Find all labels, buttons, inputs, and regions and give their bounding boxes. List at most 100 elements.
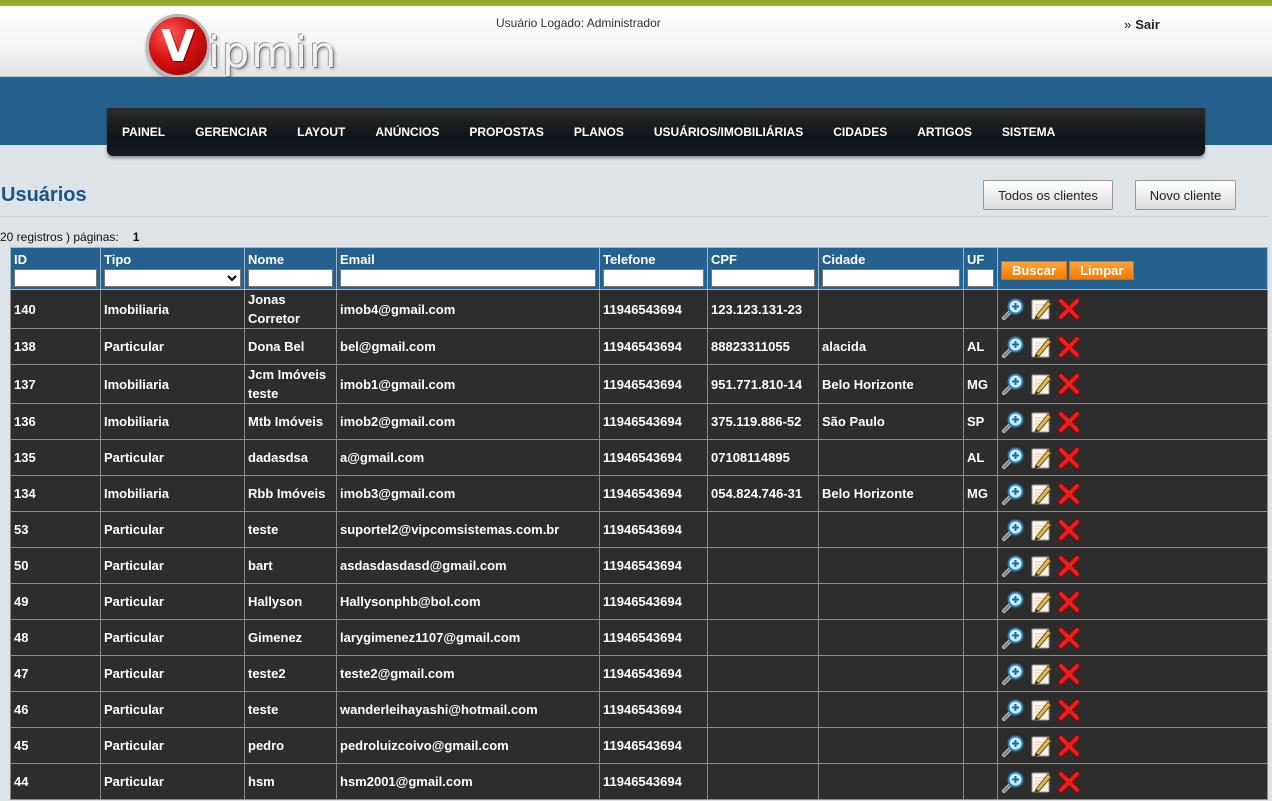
col-cpf-label: CPF [711,252,737,267]
filter-uf-input[interactable] [967,269,994,287]
delete-icon[interactable] [1057,297,1081,321]
new-client-button[interactable]: Novo cliente [1135,180,1236,210]
edit-icon[interactable] [1029,410,1053,434]
cell-uf [963,655,998,692]
row-actions [997,289,1268,329]
edit-icon[interactable] [1029,590,1053,614]
logout-link[interactable]: » Sair [1124,17,1160,32]
filter-telefone-input[interactable] [603,269,704,287]
view-icon[interactable] [1001,662,1025,686]
cell-cpf [707,547,819,584]
view-icon[interactable] [1001,446,1025,470]
view-icon[interactable] [1001,297,1025,321]
nav-item-artigos[interactable]: ARTIGOS [917,125,972,139]
header: V ipmin Usuário Logado: Administrador » S… [0,6,1272,78]
filter-nome-input[interactable] [248,269,333,287]
row-actions [997,655,1268,692]
edit-icon[interactable] [1029,770,1053,794]
edit-icon[interactable] [1029,482,1053,506]
delete-icon[interactable] [1057,626,1081,650]
filter-email-input[interactable] [340,269,596,287]
view-icon[interactable] [1001,482,1025,506]
clear-button[interactable]: Limpar [1069,261,1135,280]
search-button[interactable]: Buscar [1001,261,1068,280]
page-number-link[interactable]: 1 [133,230,140,244]
edit-icon[interactable] [1029,372,1053,396]
view-icon[interactable] [1001,372,1025,396]
delete-icon[interactable] [1057,770,1081,794]
delete-icon[interactable] [1057,482,1081,506]
edit-icon[interactable] [1029,554,1053,578]
nav-item-layout[interactable]: LAYOUT [297,125,345,139]
nav-item-anúncios[interactable]: ANÚNCIOS [375,125,439,139]
edit-icon[interactable] [1029,335,1053,359]
cell-cpf [707,583,819,620]
cell-nome: Rbb Imóveis [244,475,337,512]
vipmin-logo[interactable]: V ipmin [146,14,366,82]
cell-telefone: 11946543694 [599,364,708,404]
cell-telefone: 11946543694 [599,547,708,584]
edit-icon[interactable] [1029,446,1053,470]
cell-tipo: Particular [100,583,245,620]
cell-id: 134 [10,475,101,512]
view-icon[interactable] [1001,335,1025,359]
cell-email: larygimenez1107@gmail.com [336,619,600,656]
view-icon[interactable] [1001,698,1025,722]
cell-telefone: 11946543694 [599,403,708,440]
nav-item-propostas[interactable]: PROPOSTAS [469,125,543,139]
view-icon[interactable] [1001,518,1025,542]
delete-icon[interactable] [1057,698,1081,722]
cell-cpf [707,511,819,548]
cell-cpf: 88823311055 [707,328,819,365]
delete-icon[interactable] [1057,372,1081,396]
cell-telefone: 11946543694 [599,475,708,512]
view-icon[interactable] [1001,626,1025,650]
edit-icon[interactable] [1029,518,1053,542]
cell-cidade: Belo Horizonte [818,475,964,512]
view-icon[interactable] [1001,410,1025,434]
view-icon[interactable] [1001,734,1025,758]
filter-cpf-input[interactable] [711,269,815,287]
nav-item-planos[interactable]: PLANOS [574,125,624,139]
view-icon[interactable] [1001,554,1025,578]
nav-item-usuários-imobiliárias[interactable]: USUÁRIOS/IMOBILIÁRIAS [654,125,803,139]
cell-tipo: Imobiliaria [100,403,245,440]
cell-cpf [707,655,819,692]
filter-cidade-input[interactable] [822,269,960,287]
nav-item-sistema[interactable]: SISTEMA [1002,125,1055,139]
delete-icon[interactable] [1057,554,1081,578]
delete-icon[interactable] [1057,518,1081,542]
nav-item-painel[interactable]: PAINEL [122,125,165,139]
filter-tipo-select[interactable] [104,269,241,287]
edit-icon[interactable] [1029,734,1053,758]
delete-icon[interactable] [1057,662,1081,686]
divider [0,216,1268,217]
col-telefone: Telefone [599,247,708,290]
table-row: 50 Particular bart asdasdasdasd@gmail.com 11… [10,547,1268,584]
nav-item-cidades[interactable]: CIDADES [833,125,887,139]
view-icon[interactable] [1001,590,1025,614]
cell-cidade [818,547,964,584]
cell-nome: hsm [244,763,337,800]
edit-icon[interactable] [1029,698,1053,722]
edit-icon[interactable] [1029,297,1053,321]
cell-email: imob3@gmail.com [336,475,600,512]
delete-icon[interactable] [1057,590,1081,614]
delete-icon[interactable] [1057,335,1081,359]
cell-uf: MG [963,364,998,404]
view-icon[interactable] [1001,770,1025,794]
logged-user-label: Usuário Logado: Administrador [496,16,661,30]
page-title: Usuários [1,184,87,206]
delete-icon[interactable] [1057,734,1081,758]
cell-nome: Gimenez [244,619,337,656]
cell-uf [963,691,998,728]
cell-email: imob1@gmail.com [336,364,600,404]
all-clients-button[interactable]: Todos os clientes [983,180,1113,210]
edit-icon[interactable] [1029,662,1053,686]
delete-icon[interactable] [1057,410,1081,434]
edit-icon[interactable] [1029,626,1053,650]
cell-email: Hallysonphb@bol.com [336,583,600,620]
nav-item-gerenciar[interactable]: GERENCIAR [195,125,267,139]
filter-id-input[interactable] [14,269,97,287]
delete-icon[interactable] [1057,446,1081,470]
